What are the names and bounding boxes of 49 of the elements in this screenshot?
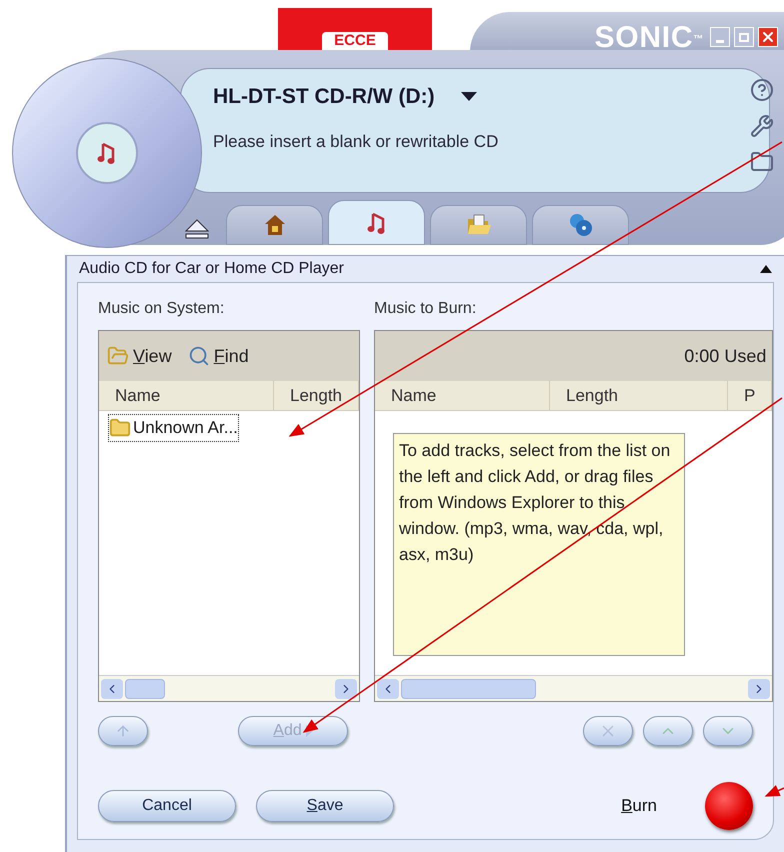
house-icon (262, 213, 286, 237)
horizontal-scrollbar[interactable] (375, 675, 772, 701)
scroll-right-button[interactable] (748, 678, 770, 698)
help-icon[interactable] (750, 78, 774, 102)
dropdown-caret-icon[interactable] (460, 92, 477, 102)
tab[interactable] (328, 200, 425, 245)
section-label: Music on System: (98, 299, 226, 319)
folder-icon (466, 213, 492, 237)
column-header[interactable]: P (728, 381, 772, 410)
column-header[interactable]: Name (375, 381, 550, 410)
burn-label: Burn (621, 795, 657, 818)
scroll-thumb[interactable] (401, 678, 536, 698)
close-button[interactable] (758, 27, 778, 47)
scroll-left-button[interactable] (101, 678, 123, 698)
column-header[interactable]: Length (274, 381, 359, 410)
arrow-right-icon (306, 725, 313, 737)
drive-name[interactable]: HL-DT-ST CD-R/W (D:) (213, 81, 435, 112)
tab[interactable] (226, 205, 323, 245)
scroll-thumb[interactable] (125, 678, 165, 698)
hint-note: To add tracks, select from the list on the left and click Add, or drag files from Windows Explorer to this window. (mp3, wma, wav, cda, wpl, asx, m3u) (393, 433, 685, 656)
horizontal-scrollbar[interactable] (99, 675, 359, 701)
panel-title: Audio CD for Car or Home CD Player (79, 259, 344, 279)
annotation-arrow (764, 785, 784, 797)
column-header[interactable]: Name (99, 381, 274, 410)
folder-icon (107, 345, 129, 367)
column-header[interactable]: Length (550, 381, 728, 410)
logo-text: ECCE (322, 32, 388, 50)
tab[interactable] (430, 205, 527, 245)
find-button[interactable]: Find (188, 342, 249, 370)
cancel-button[interactable]: Cancel (98, 790, 236, 822)
folder-icon[interactable] (750, 150, 774, 174)
burn-button[interactable] (705, 782, 753, 830)
eject-icon[interactable] (185, 219, 209, 239)
section-label: Music to Burn: (374, 299, 478, 319)
collapse-arrow-icon[interactable] (760, 265, 772, 273)
settings-icon[interactable] (750, 114, 774, 138)
used-time: 0:00 Used (684, 344, 766, 368)
tab[interactable] (532, 205, 629, 245)
brand-name: SONIC$^{™}$ (594, 20, 704, 56)
save-button[interactable]: Save (256, 790, 394, 822)
folder-icon (109, 416, 131, 439)
scroll-right-button[interactable] (335, 678, 357, 698)
scroll-left-button[interactable] (377, 678, 399, 698)
list-item[interactable]: Unknown Ar... (109, 415, 238, 440)
drive-message: Please insert a blank or rewritable CD (213, 130, 500, 152)
view-button[interactable]: View (107, 342, 172, 370)
search-icon (188, 345, 210, 367)
discs-icon (568, 212, 594, 238)
close-icon (760, 29, 776, 45)
